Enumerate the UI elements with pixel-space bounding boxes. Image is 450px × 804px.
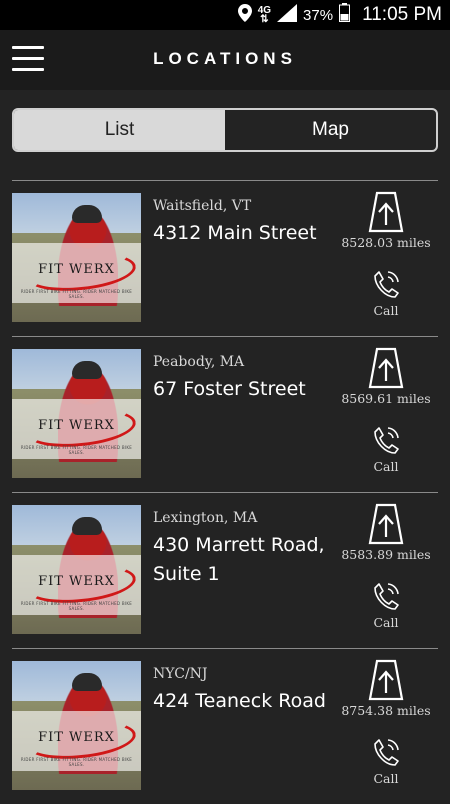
logo-tagline: RIDER FIRST BIKE FITTING. RIDER MATCHED … [20, 445, 133, 455]
location-item[interactable]: FIT WERX RIDER FIRST BIKE FITTING. RIDER… [12, 648, 438, 804]
battery-icon [339, 3, 351, 27]
location-thumbnail: FIT WERX RIDER FIRST BIKE FITTING. RIDER… [12, 505, 141, 634]
distance-label: 8569.61 miles [341, 391, 431, 406]
location-thumbnail: FIT WERX RIDER FIRST BIKE FITTING. RIDER… [12, 193, 141, 322]
logo-tagline: RIDER FIRST BIKE FITTING. RIDER MATCHED … [20, 757, 133, 767]
location-street: 424 Teaneck Road [153, 690, 326, 712]
call-button[interactable]: Call [340, 269, 432, 318]
distance-label: 8583.89 miles [341, 547, 431, 562]
location-thumbnail: FIT WERX RIDER FIRST BIKE FITTING. RIDER… [12, 661, 141, 790]
directions-button[interactable]: 8569.61 miles [340, 347, 432, 406]
battery-percent: 37% [303, 6, 334, 24]
call-label: Call [373, 303, 399, 318]
location-city: Lexington, MA [153, 510, 258, 526]
call-label: Call [373, 459, 399, 474]
location-item[interactable]: FIT WERX RIDER FIRST BIKE FITTING. RIDER… [12, 336, 438, 492]
directions-icon [368, 659, 404, 701]
location-icon [237, 3, 252, 27]
location-item[interactable]: FIT WERX RIDER FIRST BIKE FITTING. RIDER… [12, 180, 438, 336]
phone-icon [374, 583, 399, 610]
locations-list: FIT WERX RIDER FIRST BIKE FITTING. RIDER… [0, 180, 450, 804]
directions-button[interactable]: 8528.03 miles [340, 191, 432, 250]
call-label: Call [373, 615, 399, 630]
call-label: Call [373, 771, 399, 786]
location-city: Peabody, MA [153, 354, 245, 370]
location-street: 430 Marrett Road, Suite 1 [153, 534, 325, 585]
signal-icon [277, 3, 298, 27]
distance-label: 8528.03 miles [341, 235, 431, 250]
call-button[interactable]: Call [340, 425, 432, 474]
fit-werx-logo: FIT WERX [20, 560, 138, 608]
directions-icon [368, 503, 404, 545]
directions-icon [368, 191, 404, 233]
phone-icon [374, 271, 399, 298]
location-street: 4312 Main Street [153, 222, 317, 244]
call-button[interactable]: Call [340, 581, 432, 630]
fit-werx-logo: FIT WERX [20, 716, 138, 764]
distance-label: 8754.38 miles [341, 703, 431, 718]
clock: 11:05 PM [362, 4, 442, 25]
list-map-toggle: List Map [12, 108, 438, 152]
directions-icon [368, 347, 404, 389]
call-button[interactable]: Call [340, 737, 432, 786]
location-city: NYC/NJ [153, 666, 208, 682]
location-street: 67 Foster Street [153, 378, 306, 400]
location-item[interactable]: FIT WERX RIDER FIRST BIKE FITTING. RIDER… [12, 492, 438, 648]
directions-button[interactable]: 8583.89 miles [340, 503, 432, 562]
logo-tagline: RIDER FIRST BIKE FITTING. RIDER MATCHED … [20, 289, 133, 299]
location-city: Waitsfield, VT [153, 198, 252, 214]
tab-map[interactable]: Map [225, 110, 436, 150]
fit-werx-logo: FIT WERX [20, 248, 138, 296]
directions-button[interactable]: 8754.38 miles [340, 659, 432, 718]
app-header: LOCATIONS [0, 30, 450, 90]
status-bar: 4G ⇅ 37% 11:05 PM [0, 0, 450, 30]
phone-icon [374, 427, 399, 454]
tab-list[interactable]: List [14, 110, 225, 150]
page-title: LOCATIONS [153, 49, 297, 68]
fit-werx-logo: FIT WERX [20, 404, 138, 452]
logo-tagline: RIDER FIRST BIKE FITTING. RIDER MATCHED … [20, 601, 133, 611]
phone-icon [374, 739, 399, 766]
network-type: 4G ⇅ [257, 5, 272, 25]
location-thumbnail: FIT WERX RIDER FIRST BIKE FITTING. RIDER… [12, 349, 141, 478]
